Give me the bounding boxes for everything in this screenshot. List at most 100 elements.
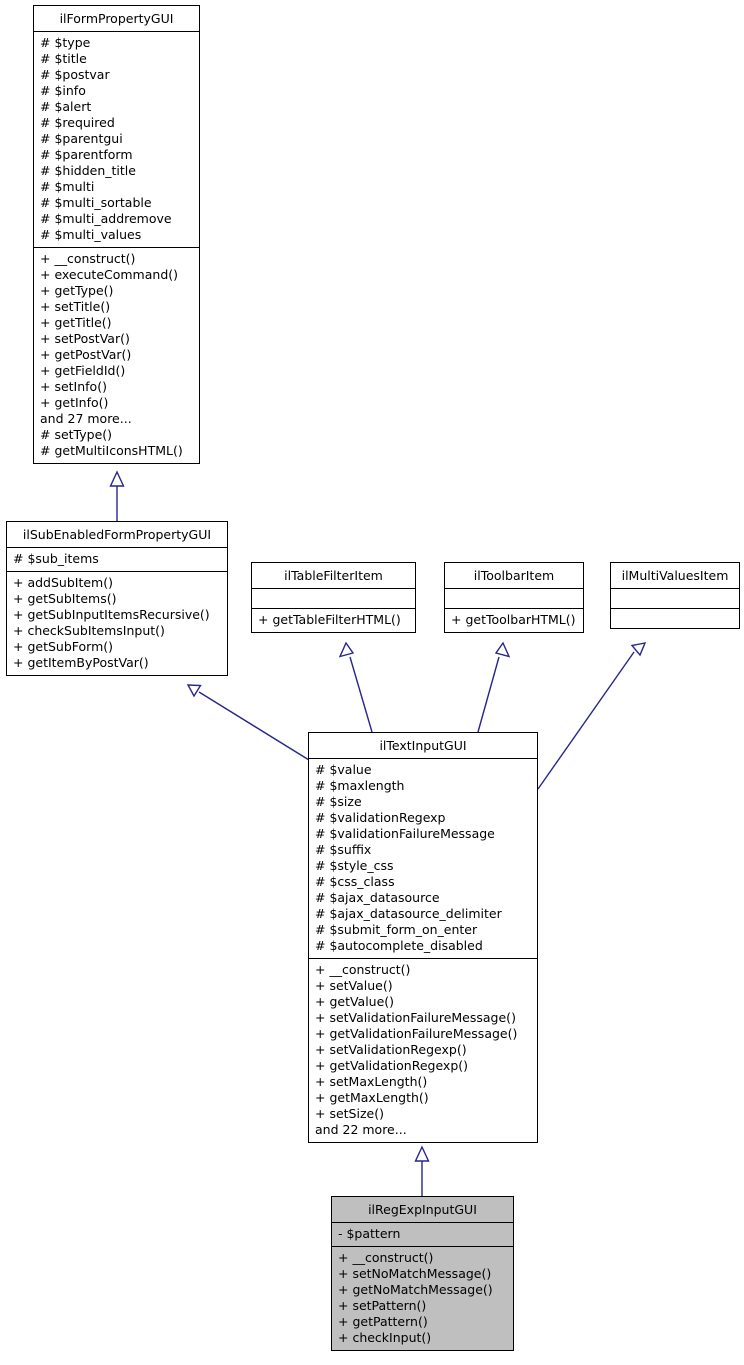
method-row: + getSubItems() [13, 591, 117, 606]
inheritance-textinput-to-multivalues [537, 642, 647, 790]
method-row: and 22 more... [315, 1122, 407, 1137]
class-methods: + getTableFilterHTML() [252, 609, 415, 632]
method-row: + getValue() [315, 994, 395, 1009]
method-row: + setValidationFailureMessage() [315, 1010, 516, 1025]
attribute-row: # $validationFailureMessage [315, 826, 495, 841]
method-row: # setType() [40, 427, 113, 442]
class-title: ilTableFilterItem [252, 563, 415, 589]
class-attributes: # $sub_items [7, 548, 227, 572]
method-row: + executeCommand() [40, 267, 179, 282]
attribute-row: # $required [40, 115, 115, 130]
class-box-ilmultivaluesitem[interactable]: ilMultiValuesItem [610, 562, 740, 629]
method-row: + __construct() [315, 962, 411, 977]
method-row: + getValidationRegexp() [315, 1058, 469, 1073]
attribute-row: # $maxlength [315, 778, 405, 793]
attribute-row: # $info [40, 83, 86, 98]
class-box-iltablefilteritem[interactable]: ilTableFilterItem + getTableFilterHTML() [251, 562, 416, 633]
inheritance-textinput-to-toolbar [477, 641, 511, 733]
attribute-row: # $style_css [315, 858, 394, 873]
method-row: + getPattern() [338, 1314, 428, 1329]
class-methods: + getToolbarHTML() [445, 609, 583, 632]
attribute-row: # $multi_values [40, 227, 142, 242]
attribute-row: # $sub_items [13, 551, 99, 566]
attribute-row: # $validationRegexp [315, 810, 446, 825]
method-row: + setValidationRegexp() [315, 1042, 467, 1057]
class-title: ilTextInputGUI [309, 733, 537, 759]
method-row: + getInfo() [40, 395, 109, 410]
attribute-row: # $type [40, 35, 91, 50]
class-box-ilformpropertygui[interactable]: ilFormPropertyGUI # $type # $title # $po… [33, 5, 200, 464]
attribute-row: # $parentform [40, 147, 133, 162]
attribute-row: # $autocomplete_disabled [315, 938, 483, 953]
method-row: + getType() [40, 283, 114, 298]
method-row: + checkInput() [338, 1330, 432, 1345]
attribute-row: # $ajax_datasource [315, 890, 440, 905]
class-title: ilRegExpInputGUI [332, 1197, 513, 1223]
class-methods: + addSubItem() + getSubItems() + getSubI… [7, 572, 227, 675]
class-attributes [252, 589, 415, 609]
class-methods [611, 609, 739, 628]
class-attributes: - $pattern [332, 1223, 513, 1247]
attribute-row: # $postvar [40, 67, 110, 82]
method-row: + setPattern() [338, 1298, 427, 1313]
class-title: ilSubEnabledFormPropertyGUI [7, 522, 227, 548]
method-row: + getValidationFailureMessage() [315, 1026, 518, 1041]
method-row: + __construct() [338, 1250, 434, 1265]
method-row: + getTableFilterHTML() [258, 612, 401, 627]
attribute-row: # $size [315, 794, 362, 809]
class-title: ilToolbarItem [445, 563, 583, 589]
class-title: ilMultiValuesItem [611, 563, 739, 589]
method-row: and 27 more... [40, 411, 132, 426]
method-row: + getTitle() [40, 315, 112, 330]
method-row: + setValue() [315, 978, 393, 993]
method-row: + setInfo() [40, 379, 107, 394]
attribute-row: # $title [40, 51, 87, 66]
method-row: + setSize() [315, 1106, 384, 1121]
method-row: + getNoMatchMessage() [338, 1282, 493, 1297]
method-row: + setPostVar() [40, 331, 130, 346]
method-row: + checkSubItemsInput() [13, 623, 165, 638]
class-methods: + __construct() + executeCommand() + get… [34, 248, 199, 463]
attribute-row: # $ajax_datasource_delimiter [315, 906, 502, 921]
uml-class-diagram: ilFormPropertyGUI # $type # $title # $po… [0, 0, 744, 1365]
method-row: + addSubItem() [13, 575, 113, 590]
class-box-ilregexpinputgui[interactable]: ilRegExpInputGUI - $pattern + __construc… [331, 1196, 514, 1351]
attribute-row: # $alert [40, 99, 92, 114]
class-attributes [611, 589, 739, 609]
attribute-row: # $hidden_title [40, 163, 136, 178]
class-box-ilsubenabledformpropertygui[interactable]: ilSubEnabledFormPropertyGUI # $sub_items… [6, 521, 228, 676]
class-methods: + __construct() + setValue() + getValue(… [309, 959, 537, 1142]
attribute-row: # $multi_addremove [40, 211, 172, 226]
class-attributes [445, 589, 583, 609]
method-row: + setNoMatchMessage() [338, 1266, 492, 1281]
attribute-row: # $parentgui [40, 131, 123, 146]
attribute-row: # $submit_form_on_enter [315, 922, 478, 937]
inheritance-regexp-to-textinput [414, 1145, 430, 1196]
method-row: + setTitle() [40, 299, 111, 314]
method-row: + getMaxLength() [315, 1090, 429, 1105]
method-row: + __construct() [40, 251, 136, 266]
inheritance-sub-to-formproperty [109, 470, 125, 521]
method-row: + getSubInputItemsRecursive() [13, 607, 210, 622]
inheritance-textinput-to-tablefilter [338, 641, 373, 733]
attribute-row: # $suffix [315, 842, 372, 857]
class-box-iltextinputgui[interactable]: ilTextInputGUI # $value # $maxlength # $… [308, 732, 538, 1143]
class-attributes: # $type # $title # $postvar # $info # $a… [34, 32, 199, 248]
class-title: ilFormPropertyGUI [34, 6, 199, 32]
method-row: + getPostVar() [40, 347, 132, 362]
class-methods: + __construct() + setNoMatchMessage() + … [332, 1247, 513, 1350]
inheritance-textinput-to-sub [186, 684, 310, 761]
method-row: + getToolbarHTML() [451, 612, 576, 627]
attribute-row: # $multi [40, 179, 95, 194]
attribute-row: - $pattern [338, 1226, 401, 1241]
class-attributes: # $value # $maxlength # $size # $validat… [309, 759, 537, 959]
attribute-row: # $css_class [315, 874, 395, 889]
class-box-iltoolbaritem[interactable]: ilToolbarItem + getToolbarHTML() [444, 562, 584, 633]
method-row: + setMaxLength() [315, 1074, 428, 1089]
attribute-row: # $multi_sortable [40, 195, 152, 210]
method-row: + getItemByPostVar() [13, 655, 149, 670]
method-row: + getSubForm() [13, 639, 114, 654]
attribute-row: # $value [315, 762, 372, 777]
method-row: # getMultiIconsHTML() [40, 443, 183, 458]
method-row: + getFieldId() [40, 363, 126, 378]
